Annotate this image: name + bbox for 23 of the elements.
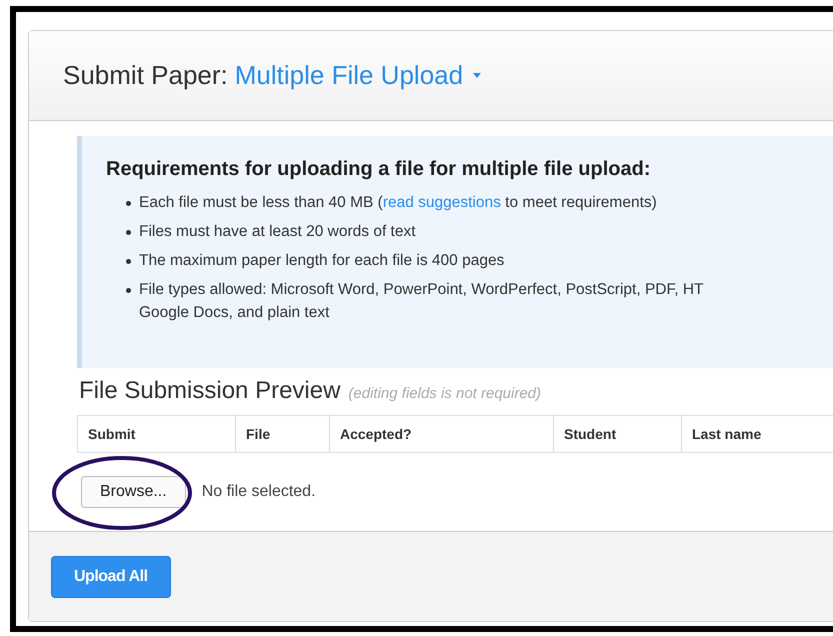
bullet-icon	[126, 259, 131, 264]
file-status: No file selected.	[202, 483, 316, 501]
upload-all-button[interactable]: Upload All	[51, 556, 171, 598]
browse-button[interactable]: Browse...	[81, 476, 186, 508]
section-note: (editing fields is not required)	[348, 385, 542, 402]
requirement-text: Each file must be less than 40 MB (read suggestions to meet requirements)	[139, 193, 657, 213]
requirements-heading: Requirements for uploading a file for multiple file upload:	[106, 158, 652, 181]
column-header: File	[236, 416, 330, 452]
upload-type-dropdown[interactable]: Multiple File Upload	[234, 60, 482, 91]
requirement-text: The maximum paper length for each file is 400 pages	[139, 251, 504, 271]
column-header: Student	[554, 416, 682, 452]
section-title: File Submission Preview	[79, 377, 340, 405]
caret-icon	[473, 73, 482, 78]
suggestions-link[interactable]: read suggestions	[382, 194, 501, 211]
page-title: Submit Paper:	[63, 60, 228, 91]
requirement-text: Files must have at least 20 words of text	[139, 222, 416, 242]
column-header: Last name	[682, 416, 833, 452]
bullet-icon	[126, 201, 131, 206]
bullet-icon	[126, 288, 131, 293]
column-header: Submit	[78, 416, 236, 452]
column-header: Accepted?	[330, 416, 554, 452]
requirement-text: File types allowed: Microsoft Word, PowerPoint, WordPerfect, PostScript, PDF, HT Google Docs, and plain text	[139, 280, 704, 323]
bullet-icon	[126, 230, 131, 235]
